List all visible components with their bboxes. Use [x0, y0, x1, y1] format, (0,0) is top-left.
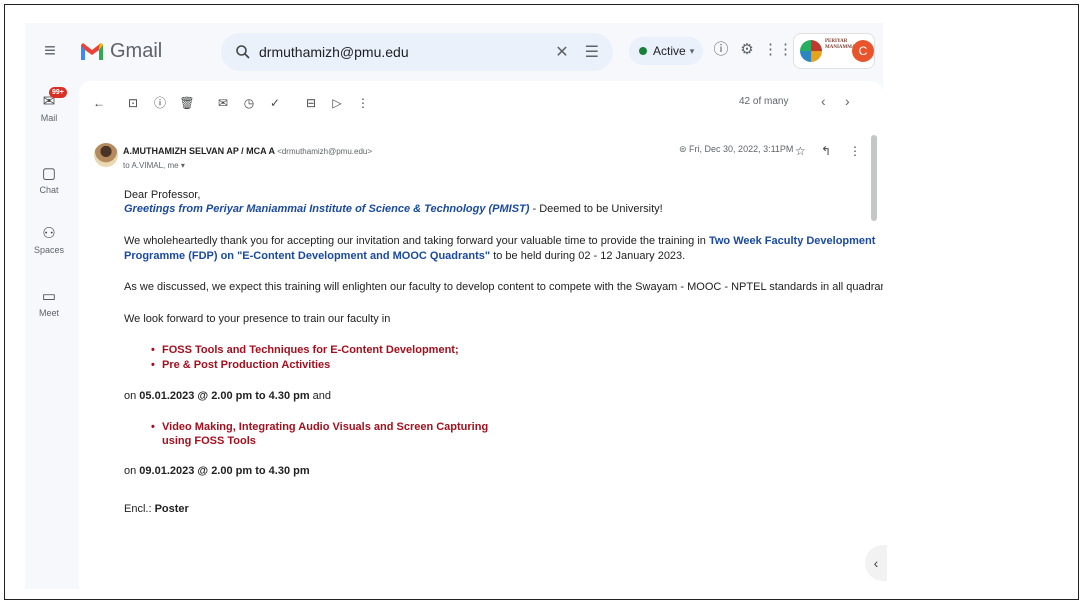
message-date: ⊜ Fri, Dec 30, 2022, 3:11PM [679, 144, 793, 155]
sender-avatar[interactable] [94, 143, 118, 167]
app-name: Gmail [110, 39, 163, 62]
session-2-line: on 09.01.2023 @ 2.00 pm to 4.30 pm [124, 465, 310, 477]
sender-address: <drmuthamizh@pmu.edu> [277, 147, 373, 156]
session-1-line: on 05.01.2023 @ 2.00 pm to 4.30 pm and [124, 390, 331, 402]
main-menu-icon[interactable]: ≡ [39, 38, 61, 64]
greeting: Dear Professor, [124, 189, 201, 201]
thanks-text-2: to be held during 02 - 12 January 2023. [490, 250, 686, 262]
search-input[interactable]: drmuthamizh@pmu.edu [259, 44, 555, 60]
thanks-line-2: Programme (FDP) on "E-Content Developmen… [124, 250, 685, 262]
message-toolbar: ← ⊡ ⓘ 🗑 ✉ ◷ ✓ ⊟ ▷ ⋮ 42 of many ‹ › [79, 81, 883, 125]
list-item-continuation: using FOSS Tools [162, 435, 256, 447]
older-icon[interactable]: › [845, 93, 850, 109]
rail-item-chat[interactable]: ▢ Chat [25, 165, 73, 195]
scrollbar[interactable] [871, 135, 877, 221]
rail-label-mail: Mail [40, 113, 58, 123]
greetings-institute: Greetings from Periyar Maniammai Institu… [124, 203, 530, 215]
forward-line: We look forward to your presence to trai… [124, 313, 391, 325]
rail-label-spaces: Spaces [33, 245, 65, 255]
star-icon[interactable]: ☆ [795, 144, 806, 158]
label-icon[interactable]: ▷ [329, 95, 345, 111]
chevron-down-icon: ▾ [180, 161, 185, 170]
back-icon[interactable]: ← [91, 95, 107, 111]
delete-icon[interactable]: 🗑 [179, 95, 195, 111]
add-task-icon[interactable]: ✓ [267, 95, 283, 111]
session-1-prefix: on [124, 390, 140, 402]
date-text: Fri, Dec 30, 2022, 3:11PM [689, 144, 794, 154]
search-bar[interactable]: drmuthamizh@pmu.edu ✕ ☰ [221, 33, 613, 71]
greetings-suffix: - Deemed to be University! [529, 203, 663, 215]
thanks-highlight-1: Two Week Faculty Development [708, 235, 876, 247]
rail-label-meet: Meet [38, 308, 59, 318]
message-count: 42 of many [739, 96, 789, 107]
rail-item-meet[interactable]: ▭ Meet [25, 288, 73, 318]
gmail-window: ≡ Gmail drmuthamizh@pmu.edu ✕ ☰ Active ▾ [25, 23, 883, 589]
snooze-icon[interactable]: ◷ [241, 95, 257, 111]
enclosure-name: Poster [154, 503, 189, 515]
mail-icon: ✉ 99+ [25, 87, 73, 111]
session-1-suffix: and [309, 390, 332, 402]
enclosure-line: Encl.: Poster [124, 503, 189, 515]
unread-badge: 99+ [49, 87, 67, 98]
search-options-icon[interactable]: ☰ [585, 42, 599, 62]
status-selector[interactable]: Active ▾ [629, 37, 703, 65]
gmail-logo[interactable]: Gmail [80, 37, 162, 65]
recipients[interactable]: to A.VIMAL, me ▾ [123, 161, 185, 170]
rail-label-chat: Chat [39, 185, 59, 195]
attachment-icon: ⊜ [679, 144, 690, 154]
discussed-line: As we discussed, we expect this training… [124, 281, 883, 293]
session-2-prefix: on [124, 465, 140, 477]
message-panel: ← ⊡ ⓘ 🗑 ✉ ◷ ✓ ⊟ ▷ ⋮ 42 of many ‹ › A.MUT… [79, 81, 883, 589]
greetings-line: Greetings from Periyar Maniammai Institu… [124, 203, 663, 215]
session-2-time: 09.01.2023 @ 2.00 pm to 4.30 pm [139, 465, 310, 477]
session-1-time: 05.01.2023 @ 2.00 pm to 4.30 pm [139, 390, 310, 402]
thanks-text-1: We wholeheartedly thank you for acceptin… [124, 235, 709, 247]
enclosure-prefix: Encl.: [124, 503, 155, 515]
search-icon[interactable] [235, 44, 251, 60]
org-name: PERIYAR MANIAMMAI [825, 39, 858, 50]
sender-name: A.MUTHAMIZH SELVAN AP / MCA A <drmuthami… [123, 146, 372, 156]
help-icon[interactable]: ⓘ [711, 40, 731, 60]
more-icon[interactable]: ⋮ [355, 95, 371, 111]
settings-icon[interactable]: ⚙ [737, 40, 757, 60]
more-options-icon[interactable]: ⋮ [849, 144, 861, 158]
newer-icon[interactable]: ‹ [821, 93, 826, 109]
chat-icon: ▢ [41, 165, 57, 182]
clear-search-icon[interactable]: ✕ [555, 42, 568, 62]
screenshot-frame: ≡ Gmail drmuthamizh@pmu.edu ✕ ☰ Active ▾ [4, 4, 1079, 600]
status-label: Active [653, 44, 686, 58]
thanks-highlight-2: Programme (FDP) on "E-Content Developmen… [124, 250, 491, 262]
left-rail: ✉ 99+ Mail ▢ Chat ⚇ Spaces ▭ Meet [25, 83, 73, 589]
recipients-text: to A.VIMAL, me [123, 161, 179, 170]
org-logo-icon [800, 40, 822, 62]
report-spam-icon[interactable]: ⓘ [152, 95, 168, 111]
spaces-icon: ⚇ [42, 225, 56, 242]
top-bar: ≡ Gmail drmuthamizh@pmu.edu ✕ ☰ Active ▾ [25, 23, 883, 79]
rail-item-mail[interactable]: ✉ 99+ Mail [25, 87, 73, 123]
list-item: Video Making, Integrating Audio Visuals … [151, 421, 488, 433]
rail-item-spaces[interactable]: ⚇ Spaces [25, 225, 73, 255]
account-avatar[interactable]: C [852, 40, 874, 62]
thanks-line-1: We wholeheartedly thank you for acceptin… [124, 235, 875, 247]
apps-grid-icon[interactable]: ⋮⋮ [763, 40, 793, 60]
organization-badge[interactable]: PERIYAR MANIAMMAI C [793, 33, 875, 69]
chevron-down-icon: ▾ [689, 45, 695, 56]
gmail-m-icon [81, 43, 103, 60]
move-to-icon[interactable]: ⊟ [303, 95, 319, 111]
list-item: FOSS Tools and Techniques for E-Content … [151, 344, 459, 356]
archive-icon[interactable]: ⊡ [125, 95, 141, 111]
reply-icon[interactable]: ↰ [821, 144, 831, 158]
sender-display-name: A.MUTHAMIZH SELVAN AP / MCA A [123, 146, 275, 156]
mark-unread-icon[interactable]: ✉ [215, 95, 231, 111]
list-item: Pre & Post Production Activities [151, 359, 330, 371]
status-dot [639, 47, 647, 55]
meet-icon: ▭ [41, 288, 57, 305]
